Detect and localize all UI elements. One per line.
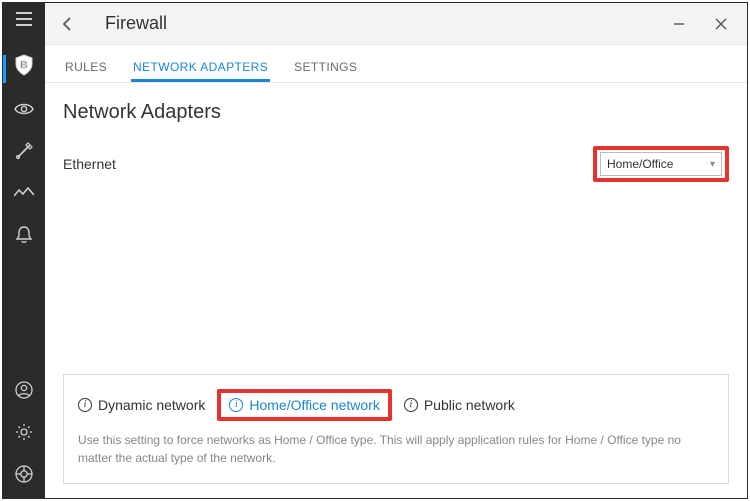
network-type-select[interactable]: Home/Office ▾ xyxy=(600,152,722,176)
content: Network Adapters Ethernet Home/Office ▾ … xyxy=(45,83,747,498)
tab-rules[interactable]: RULES xyxy=(63,50,109,82)
window-controls xyxy=(667,12,739,36)
tabs: RULES NETWORK ADAPTERS SETTINGS xyxy=(45,45,747,83)
section-heading: Network Adapters xyxy=(63,101,729,124)
network-type-value: Home/Office xyxy=(607,157,673,171)
hamburger-icon[interactable] xyxy=(14,9,34,29)
highlight-dropdown: Home/Office ▾ xyxy=(593,146,729,182)
eye-icon[interactable] xyxy=(14,99,34,119)
tab-settings[interactable]: SETTINGS xyxy=(292,50,359,82)
activity-icon[interactable] xyxy=(14,183,34,203)
option-home-office-network[interactable]: i Home/Office network xyxy=(217,389,391,421)
option-dynamic-network[interactable]: i Dynamic network xyxy=(78,397,205,413)
user-icon[interactable] xyxy=(14,380,34,400)
svg-text:B: B xyxy=(20,60,27,71)
option-label: Dynamic network xyxy=(98,397,205,413)
info-icon: i xyxy=(404,398,418,412)
page-title: Firewall xyxy=(105,13,167,34)
option-public-network[interactable]: i Public network xyxy=(404,397,515,413)
network-type-panel: i Dynamic network i Home/Office network … xyxy=(63,374,729,484)
back-button[interactable] xyxy=(53,10,81,38)
info-icon: i xyxy=(78,398,92,412)
option-label: Public network xyxy=(424,397,515,413)
help-icon[interactable] xyxy=(14,464,34,484)
tools-icon[interactable] xyxy=(14,141,34,161)
adapter-name: Ethernet xyxy=(63,156,116,172)
bell-icon[interactable] xyxy=(14,225,34,245)
option-label: Home/Office network xyxy=(249,397,379,413)
adapter-row: Ethernet Home/Office ▾ xyxy=(63,146,729,182)
main-area: Firewall RULES NETWORK ADAPTERS SETTINGS… xyxy=(45,3,747,498)
option-description: Use this setting to force networks as Ho… xyxy=(78,431,714,467)
app-window: B Firew xyxy=(2,2,748,499)
sidebar-bottom-group xyxy=(14,380,34,498)
minimize-button[interactable] xyxy=(667,12,691,36)
close-button[interactable] xyxy=(709,12,733,36)
sidebar: B xyxy=(3,3,45,498)
tab-network-adapters[interactable]: NETWORK ADAPTERS xyxy=(131,50,270,82)
chevron-down-icon: ▾ xyxy=(710,159,715,170)
gear-icon[interactable] xyxy=(14,422,34,442)
sidebar-active-indicator xyxy=(3,55,6,83)
titlebar: Firewall xyxy=(45,3,747,45)
info-icon: i xyxy=(229,398,243,412)
shield-icon[interactable]: B xyxy=(12,53,36,77)
network-type-options: i Dynamic network i Home/Office network … xyxy=(78,389,714,421)
